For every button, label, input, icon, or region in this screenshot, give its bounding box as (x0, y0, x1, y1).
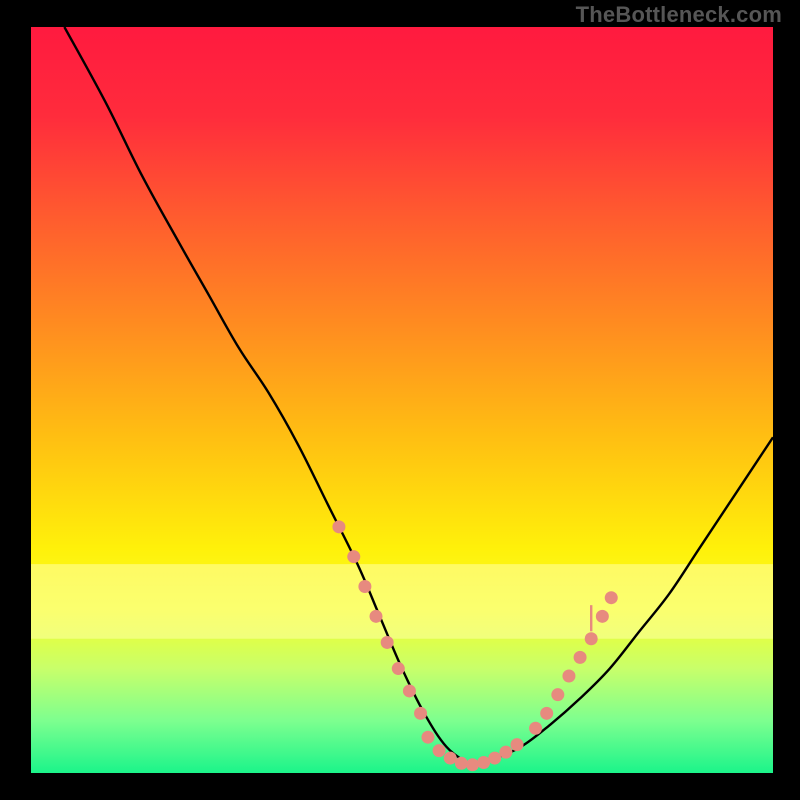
marker-dot (562, 670, 575, 683)
marker-dot (574, 651, 587, 664)
chart-stage: TheBottleneck.com (0, 0, 800, 800)
marker-dot (585, 632, 598, 645)
marker-dot (421, 731, 434, 744)
marker-dot (488, 752, 501, 765)
marker-dot (466, 758, 479, 771)
marker-dot (444, 752, 457, 765)
marker-dot (540, 707, 553, 720)
plot-area (31, 27, 773, 773)
marker-dot (403, 684, 416, 697)
marker-dot (392, 662, 405, 675)
marker-dot (347, 550, 360, 563)
marker-dot (381, 636, 394, 649)
marker-dot (358, 580, 371, 593)
attribution-label: TheBottleneck.com (576, 2, 782, 28)
marker-dot (433, 744, 446, 757)
marker-dot (596, 610, 609, 623)
marker-dot (477, 756, 490, 769)
marker-dot (414, 707, 427, 720)
marker-dot (551, 688, 564, 701)
marker-dot (370, 610, 383, 623)
marker-dot (605, 591, 618, 604)
marker-dot (499, 746, 512, 759)
pale-band (31, 564, 773, 639)
marker-dot (511, 738, 524, 751)
marker-dot (529, 722, 542, 735)
gradient-fill (31, 27, 773, 773)
bottleneck-chart (0, 0, 800, 800)
marker-dot (455, 757, 468, 770)
marker-dot (332, 520, 345, 533)
